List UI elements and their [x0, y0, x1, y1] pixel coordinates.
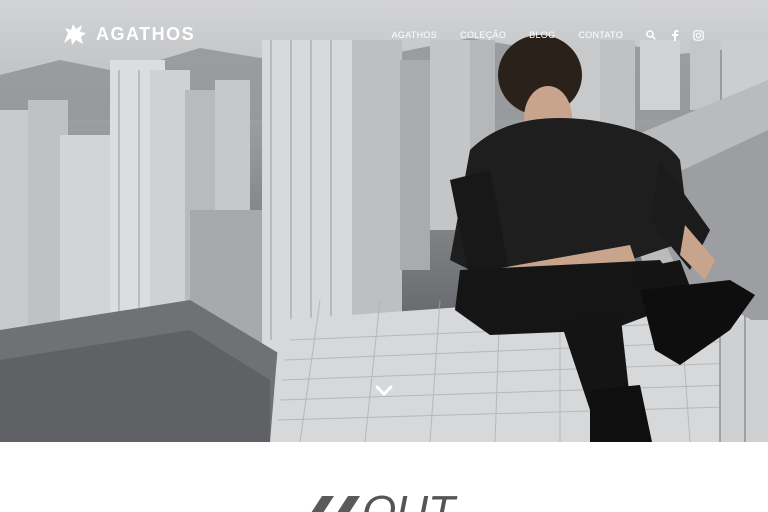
hero-banner: AGATHOS AGATHOS COLEÇÃO BLOG CONTATO: [0, 0, 768, 442]
griffin-icon: [64, 24, 86, 45]
nav-item-contato[interactable]: CONTATO: [578, 30, 623, 40]
collection-heading-text: OUT: [362, 490, 458, 512]
main-nav: AGATHOS COLEÇÃO BLOG CONTATO: [369, 27, 704, 43]
collection-section: OUT: [0, 442, 768, 512]
instagram-icon[interactable]: [693, 29, 704, 41]
search-icon[interactable]: [645, 30, 656, 41]
brand-logo[interactable]: AGATHOS: [60, 19, 195, 49]
brand-name: AGATHOS: [96, 23, 196, 44]
chevron-down-icon[interactable]: [374, 384, 394, 398]
nav-item-blog[interactable]: BLOG: [529, 30, 555, 40]
nav-item-agathos[interactable]: AGATHOS: [392, 30, 437, 40]
hero-model-figure: [450, 35, 755, 442]
collection-heading: OUT: [311, 490, 458, 512]
nav-item-colecao[interactable]: COLEÇÃO: [460, 30, 506, 40]
facebook-icon[interactable]: [669, 29, 680, 41]
